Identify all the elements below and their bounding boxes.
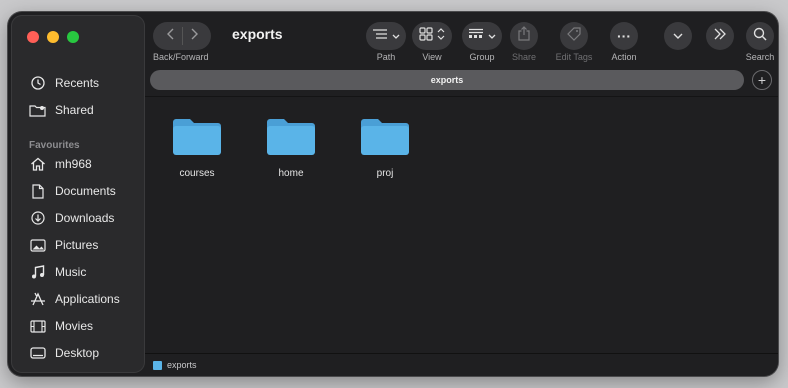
- sidebar-item-label: Music: [55, 265, 87, 279]
- share-button[interactable]: [510, 22, 538, 50]
- sidebar-item-label: Documents: [55, 184, 116, 198]
- picture-icon: [29, 236, 47, 254]
- sidebar-item-recents[interactable]: Recents: [29, 72, 99, 94]
- back-forward-control[interactable]: [153, 22, 211, 50]
- path-label: Path: [376, 52, 396, 62]
- sidebar-item-downloads[interactable]: Downloads: [29, 207, 114, 229]
- sidebar-item-label: Downloads: [55, 211, 115, 225]
- status-bar: exports: [145, 353, 778, 376]
- action-label: Action: [611, 52, 637, 62]
- small-folder-icon: [153, 360, 162, 370]
- favourites-heading: Favourites: [29, 140, 80, 151]
- sidebar-item-documents[interactable]: Documents: [29, 180, 116, 202]
- clock-icon: [29, 74, 47, 92]
- group-label: Group: [469, 52, 495, 62]
- status-path[interactable]: exports: [167, 360, 197, 370]
- sidebar-item-label: Movies: [55, 319, 94, 333]
- sidebar-item-label: mh968: [55, 157, 92, 171]
- music-icon: [29, 263, 47, 281]
- sidebar-item-label: Shared: [55, 103, 94, 117]
- double-chevron-right-icon: [713, 27, 727, 45]
- tag-icon: [567, 26, 581, 46]
- view-label: View: [422, 52, 442, 62]
- chevron-right-icon[interactable]: [187, 27, 201, 46]
- chevron-down-icon: [392, 27, 400, 45]
- folder-item[interactable]: home: [256, 116, 326, 179]
- sidebar-item-label: Pictures: [55, 238, 99, 252]
- folder-icon: [361, 119, 409, 155]
- ellipsis-icon: ···: [617, 28, 631, 44]
- window-controls: [27, 31, 79, 43]
- path-bar[interactable]: exports: [150, 70, 744, 90]
- back-forward-label: Back/Forward: [153, 52, 209, 62]
- applications-icon: [29, 290, 47, 308]
- folder-item[interactable]: courses: [162, 116, 232, 179]
- search-button[interactable]: [746, 22, 774, 50]
- sidebar-item-label: Applications: [55, 292, 120, 306]
- folder-name: proj: [376, 168, 394, 179]
- film-icon: [29, 317, 47, 335]
- search-label: Search: [745, 52, 775, 62]
- folder-item[interactable]: proj: [350, 116, 420, 179]
- document-icon: [29, 182, 47, 200]
- divider: [181, 27, 183, 45]
- sidebar: Recents Shared Favourites mh968 Document…: [11, 15, 145, 373]
- folder-name: home: [278, 168, 304, 179]
- view-button[interactable]: [412, 22, 452, 50]
- sidebar-item-movies[interactable]: Movies: [29, 315, 93, 337]
- updown-chevron-icon: [437, 27, 445, 45]
- download-icon: [29, 209, 47, 227]
- sidebar-item-pictures[interactable]: Pictures: [29, 234, 98, 256]
- window-title: exports: [232, 26, 283, 42]
- folder-icon: [173, 119, 221, 155]
- group-icon: [468, 27, 484, 45]
- close-button[interactable]: [27, 31, 39, 43]
- list-icon: [372, 27, 388, 45]
- content-divider: [145, 96, 778, 97]
- edit-tags-button[interactable]: [560, 22, 588, 50]
- group-button[interactable]: [462, 22, 502, 50]
- zoom-button[interactable]: [67, 31, 79, 43]
- chevron-down-icon: [673, 27, 683, 45]
- folder-icon: [267, 119, 315, 155]
- sidebar-item-music[interactable]: Music: [29, 261, 86, 283]
- action-button[interactable]: ···: [610, 22, 638, 50]
- grid-icon: [419, 26, 433, 46]
- chevron-down-icon: [488, 27, 496, 45]
- overflow-button[interactable]: [706, 22, 734, 50]
- toolbar: Back/Forward exports Path View Group Sha…: [148, 12, 778, 76]
- sidebar-item-mh968[interactable]: mh968: [29, 153, 92, 175]
- folder-name: courses: [179, 168, 215, 179]
- finder-window: Recents Shared Favourites mh968 Document…: [8, 12, 778, 376]
- edit-tags-label: Edit Tags: [555, 52, 593, 62]
- share-label: Share: [511, 52, 537, 62]
- search-icon: [753, 27, 767, 46]
- minimize-button[interactable]: [47, 31, 59, 43]
- more-dropdown-button[interactable]: [664, 22, 692, 50]
- sidebar-item-label: Desktop: [55, 346, 100, 360]
- path-button[interactable]: [366, 22, 406, 50]
- shared-folder-icon: [29, 101, 47, 119]
- sidebar-item-applications[interactable]: Applications: [29, 288, 120, 310]
- add-tab-button[interactable]: +: [752, 70, 772, 90]
- sidebar-item-label: Recents: [55, 76, 100, 90]
- share-icon: [518, 26, 530, 46]
- sidebar-item-shared[interactable]: Shared: [29, 99, 94, 121]
- plus-icon: +: [757, 72, 767, 88]
- desktop-icon: [29, 344, 47, 362]
- sidebar-item-desktop[interactable]: Desktop: [29, 342, 99, 364]
- chevron-left-icon[interactable]: [164, 27, 178, 46]
- home-icon: [29, 155, 47, 173]
